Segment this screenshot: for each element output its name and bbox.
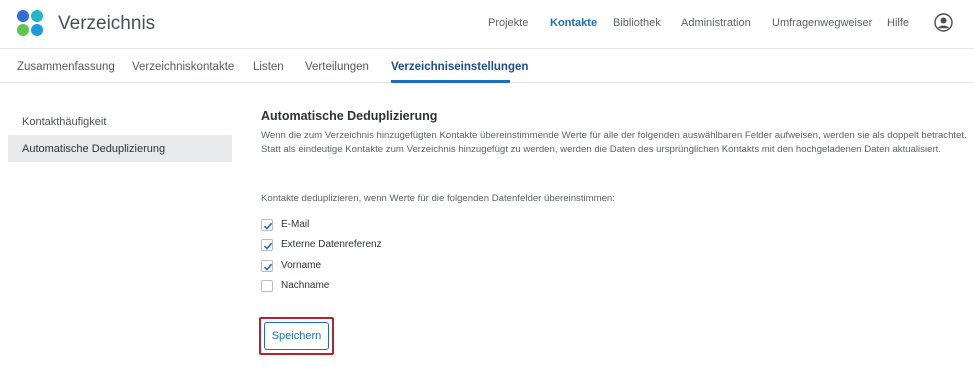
checkbox-email[interactable] [261,219,273,231]
checkbox-label: Vorname [281,260,322,271]
tab-zusammenfassung[interactable]: Zusammenfassung [17,61,115,73]
nav-administration[interactable]: Administration [681,17,751,29]
tab-verzeichniskontakte[interactable]: Verzeichniskontakte [132,61,234,73]
tab-verzeichniseinstellungen[interactable]: Verzeichniseinstellungen [391,61,528,73]
dedup-prompt: Kontakte deduplizieren, wenn Werte für d… [261,193,615,204]
nav-bibliothek[interactable]: Bibliothek [613,17,661,29]
checkbox-label: Nachname [281,280,330,291]
nav-hilfe[interactable]: Hilfe [887,17,909,29]
page-title: Automatische Deduplizierung [261,109,438,123]
sidebar-item-kontakthaeufigkeit[interactable]: Kontakthäufigkeit [8,108,232,135]
top-nav: Projekte Kontakte Bibliothek Administrat… [0,0,974,48]
description-text: Wenn die zum Verzeichnis hinzugefügten K… [261,130,967,155]
nav-kontakte[interactable]: Kontakte [550,17,597,29]
checkbox-label: Externe Datenreferenz [281,239,382,250]
checkbox-vorname[interactable] [261,260,273,272]
top-header: Verzeichnis Projekte Kontakte Bibliothek… [0,0,974,48]
user-circle-icon[interactable] [934,13,953,32]
nav-projekte[interactable]: Projekte [488,17,528,29]
tab-verteilungen[interactable]: Verteilungen [305,61,369,73]
tab-listen[interactable]: Listen [253,61,284,73]
checkbox-externe-datenreferenz[interactable] [261,239,273,251]
save-button-highlight: Speichern [259,317,334,355]
active-tab-indicator [391,80,510,83]
sidebar-item-automatische-deduplizierung[interactable]: Automatische Deduplizierung [8,135,232,162]
sub-nav: Zusammenfassung Verzeichniskontakte List… [0,48,974,83]
nav-umfragenwegweiser[interactable]: Umfragenwegweiser [772,17,872,29]
checkbox-nachname[interactable] [261,280,273,292]
save-button[interactable]: Speichern [264,322,329,350]
checkbox-label: E-Mail [281,219,310,230]
